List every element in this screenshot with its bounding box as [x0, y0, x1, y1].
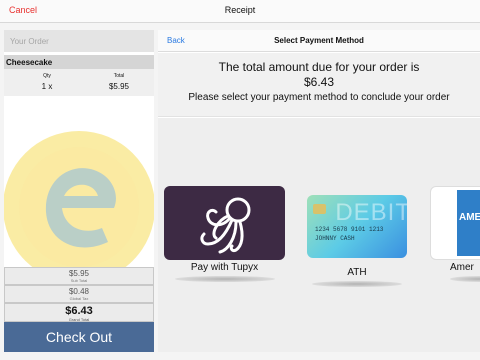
ath-card-face[interactable]: DEBIT 1234 5678 9101 1213 JOHNNY CASH [307, 195, 407, 258]
card-shadow [450, 276, 480, 282]
subtotal-amount: $5.95 [68, 269, 90, 278]
payment-methods-carousel[interactable]: Pay with Tupyx DEBIT 1234 5678 9101 1213… [158, 118, 480, 352]
amex-label: Amer [450, 262, 474, 273]
card-shadow [174, 276, 275, 282]
total-header: Total [113, 73, 125, 79]
your-order-header: Your Order [4, 30, 154, 52]
tax-box: $0.48 Global Tax [4, 285, 154, 303]
tupyx-card-face[interactable] [164, 186, 285, 260]
subtotal-box: $5.95 Sub Total [4, 267, 154, 285]
grand-total-box: $6.43 Grand Total [4, 303, 154, 322]
order-item-name[interactable]: Cheesecake [4, 55, 154, 69]
grand-total-amount: $6.43 [65, 305, 93, 317]
card-holder: JOHNNY CASH [315, 235, 355, 242]
card-shadow [312, 281, 402, 287]
amount-due-section: The total amount due for your order is $… [158, 53, 480, 117]
card-number: 1234 5678 9101 1213 [315, 226, 384, 233]
order-item-row[interactable]: Qty Total 1 x $5.95 [4, 69, 154, 96]
payment-header: Back Select Payment Method [158, 30, 480, 52]
payment-panel: Back Select Payment Method The total amo… [158, 30, 480, 352]
top-bar: Cancel Receipt [0, 0, 480, 23]
qty-value: 1 x [41, 82, 53, 91]
qty-header: Qty [43, 73, 51, 79]
tax-label: Global Tax [69, 296, 89, 301]
chip-icon [313, 204, 326, 214]
subtotal-label: Sub Total [70, 278, 88, 283]
octopus-logo-icon [200, 197, 251, 254]
payment-method-tupyx[interactable]: Pay with Tupyx [164, 186, 285, 282]
amex-logo-text: AME [459, 212, 480, 223]
amount-due-value: $6.43 [303, 75, 335, 89]
amex-card-face[interactable]: AME [430, 186, 480, 260]
page-title: Receipt [224, 5, 256, 15]
ath-label: ATH [347, 267, 367, 278]
debit-text: DEBIT [335, 199, 407, 226]
totals-section: $5.95 Sub Total $0.48 Global Tax $6.43 G… [4, 267, 154, 322]
tupyx-label: Pay with Tupyx [190, 262, 259, 273]
payment-method-amex[interactable]: AME Amer [430, 186, 480, 282]
payment-instruction: Please select your payment method to con… [188, 92, 450, 103]
order-panel: Your Order Cheesecake Qty Total 1 x $5.9… [4, 30, 154, 352]
payment-title: Select Payment Method [274, 36, 364, 45]
check-out-button[interactable]: Check Out [4, 322, 154, 352]
tax-amount: $0.48 [68, 287, 90, 296]
amex-logo-icon: AME [457, 190, 480, 256]
payment-method-ath[interactable]: DEBIT 1234 5678 9101 1213 JOHNNY CASH AT… [307, 195, 407, 287]
item-total-value: $5.95 [108, 82, 130, 91]
amount-due-text: The total amount due for your order is [218, 60, 420, 74]
